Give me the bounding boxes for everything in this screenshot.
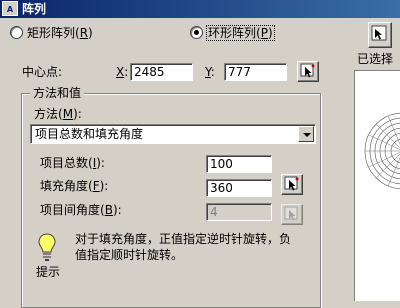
- radio-polar-text: 环形阵列(P): [206, 25, 275, 41]
- angle-between-label: 项目间角度(B):: [40, 203, 122, 217]
- method-dropdown-value: 项目总数和填充角度: [35, 127, 144, 141]
- tip-line-1: 对于填充角度，正值指定逆时针旋转，负: [75, 232, 292, 246]
- angle-between-accel: B: [104, 203, 113, 217]
- total-items-field[interactable]: 100: [206, 155, 272, 173]
- select-objects-icon: [371, 25, 387, 41]
- method-values-group-title: 方法和值: [30, 85, 85, 101]
- method-label: 方法(M):: [34, 107, 82, 121]
- select-objects-button[interactable]: [368, 22, 392, 48]
- radio-circle-selected[interactable]: [190, 26, 203, 39]
- fill-angle-label-text: 填充角度: [40, 179, 89, 193]
- tip-line-2: 值指定顺时针旋转。: [75, 248, 184, 262]
- center-y-accel: Y: [205, 65, 211, 79]
- center-x-accel: X: [116, 65, 125, 79]
- pick-angle-disabled-icon: [284, 206, 298, 221]
- center-point-label: 中心点:: [22, 65, 63, 79]
- total-items-accel: I: [92, 156, 97, 170]
- total-items-label: 项目总数(I):: [40, 156, 105, 170]
- title-bar[interactable]: A 阵列: [0, 0, 400, 18]
- angle-between-field: 4: [206, 203, 272, 221]
- radio-circle[interactable]: [10, 26, 23, 39]
- chevron-down-icon[interactable]: [298, 126, 314, 142]
- method-accel: M: [62, 107, 74, 121]
- radio-polar-accel: P: [260, 26, 268, 40]
- method-label-text: 方法: [34, 107, 59, 121]
- radio-rect-accel: R: [79, 26, 89, 40]
- window-title: 阵列: [22, 2, 47, 16]
- polar-array-preview: [364, 112, 400, 190]
- fill-angle-label: 填充角度(F):: [40, 179, 109, 193]
- radio-rect-label: 矩形阵列: [27, 26, 76, 40]
- angle-between-label-text: 项目间角度: [40, 203, 101, 217]
- fill-angle-field[interactable]: 360: [206, 179, 272, 197]
- total-items-label-text: 项目总数: [40, 156, 89, 170]
- pick-angle-icon: [284, 176, 299, 191]
- radio-polar-array[interactable]: 环形阵列(P): [190, 25, 275, 41]
- app-icon: A: [2, 1, 18, 16]
- radio-polar-label: 环形阵列: [208, 26, 257, 40]
- center-y-label: Y:: [205, 65, 215, 79]
- lightbulb-icon: [38, 233, 56, 261]
- pick-center-point-button[interactable]: [297, 61, 319, 82]
- radio-rectangular-array[interactable]: 矩形阵列(R): [10, 25, 93, 41]
- center-x-field[interactable]: 2485: [130, 63, 193, 81]
- tip-title: 提示: [36, 265, 61, 279]
- pick-fill-angle-button[interactable]: [281, 174, 303, 195]
- fill-angle-accel: F: [92, 179, 100, 193]
- select-objects-label: 已选择: [357, 52, 394, 66]
- pick-angle-between-button: [281, 204, 303, 225]
- center-y-field[interactable]: 777: [224, 63, 287, 81]
- center-x-label: X:: [116, 65, 129, 79]
- pick-point-icon: [300, 63, 315, 78]
- method-dropdown[interactable]: 项目总数和填充角度: [30, 124, 316, 144]
- array-preview-panel: [354, 70, 400, 301]
